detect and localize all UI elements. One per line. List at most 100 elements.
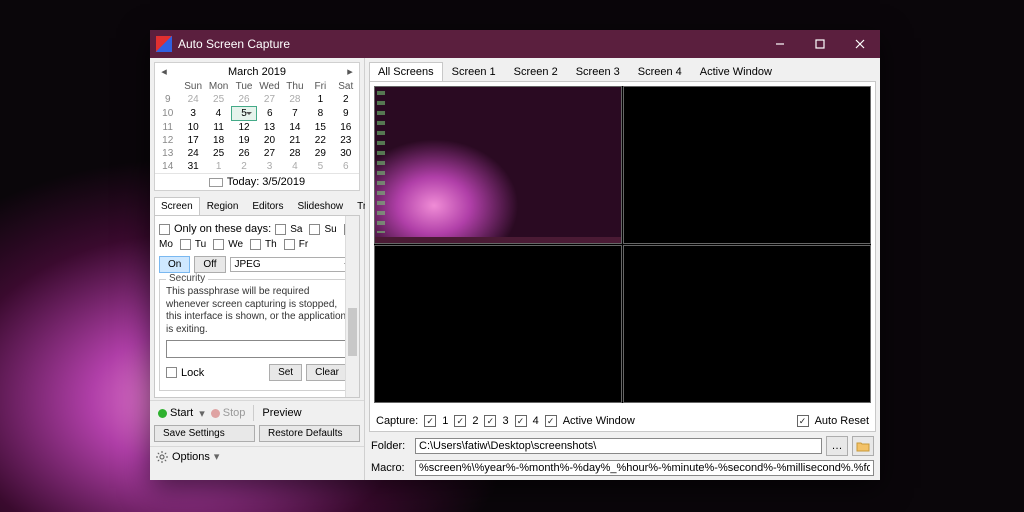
screen-thumbnail-4[interactable]: [623, 245, 871, 403]
screen-thumbnail-1[interactable]: [374, 86, 622, 244]
browse-button[interactable]: …: [826, 436, 848, 456]
capture-checkbox-1[interactable]: ✓: [424, 415, 436, 427]
calendar-day[interactable]: 3: [257, 160, 282, 173]
tab-screen[interactable]: Screen: [154, 197, 200, 215]
calendar-day[interactable]: 3: [180, 107, 205, 121]
calendar-day[interactable]: 25: [206, 147, 231, 160]
start-dropdown-icon[interactable]: ▾: [199, 407, 205, 420]
calendar-day[interactable]: 16: [333, 121, 358, 135]
rtab-screen-2[interactable]: Screen 2: [505, 62, 567, 81]
calendar-day[interactable]: 9: [333, 107, 358, 121]
calendar-day[interactable]: 7: [282, 107, 307, 121]
set-button[interactable]: Set: [269, 364, 302, 381]
off-button[interactable]: Off: [194, 256, 225, 273]
calendar-day[interactable]: 29: [308, 147, 333, 160]
calendar-day[interactable]: 6: [257, 107, 282, 121]
day-checkbox-su[interactable]: [309, 224, 320, 235]
stop-button[interactable]: Stop: [207, 405, 250, 421]
macro-input[interactable]: [415, 460, 874, 476]
preview-button[interactable]: Preview: [258, 405, 305, 421]
calendar-day[interactable]: 31: [180, 160, 205, 173]
calendar-day[interactable]: 2: [231, 160, 256, 173]
save-settings-button[interactable]: Save Settings: [154, 425, 255, 442]
options-menu[interactable]: Options ▾: [150, 446, 364, 466]
calendar-day[interactable]: 5: [231, 107, 256, 121]
calendar-day[interactable]: 19: [231, 134, 256, 147]
passphrase-input[interactable]: [166, 340, 348, 358]
clear-button[interactable]: Clear: [306, 364, 348, 381]
calendar-dow: Sat: [333, 80, 358, 93]
start-button[interactable]: Start: [154, 405, 197, 421]
calendar-day[interactable]: 2: [333, 93, 358, 107]
day-checkbox-fr[interactable]: [284, 239, 295, 250]
rtab-active-window[interactable]: Active Window: [691, 62, 781, 81]
capture-checkbox-2[interactable]: ✓: [454, 415, 466, 427]
calendar-day[interactable]: 13: [257, 121, 282, 135]
rtab-screen-3[interactable]: Screen 3: [567, 62, 629, 81]
folder-input[interactable]: [415, 438, 822, 454]
calendar-day[interactable]: 27: [257, 93, 282, 107]
rtab-screen-1[interactable]: Screen 1: [443, 62, 505, 81]
auto-reset-checkbox[interactable]: ✓: [797, 415, 809, 427]
day-checkbox-tu[interactable]: [180, 239, 191, 250]
left-scrollbar[interactable]: [345, 216, 359, 397]
titlebar[interactable]: Auto Screen Capture: [150, 30, 880, 58]
tab-editors[interactable]: Editors: [245, 197, 290, 215]
calendar-day[interactable]: 12: [231, 121, 256, 135]
day-checkbox-sa[interactable]: [275, 224, 286, 235]
calendar-day[interactable]: 8: [308, 107, 333, 121]
on-button[interactable]: On: [159, 256, 190, 273]
calendar-day[interactable]: 24: [180, 93, 205, 107]
calendar-day[interactable]: 10: [180, 121, 205, 135]
calendar-day[interactable]: 11: [206, 121, 231, 135]
rtab-all-screens[interactable]: All Screens: [369, 62, 443, 81]
screen-thumbnail-3[interactable]: [374, 245, 622, 403]
calendar-day[interactable]: 26: [231, 93, 256, 107]
calendar-week-number: 10: [155, 107, 180, 121]
calendar-day[interactable]: 28: [282, 147, 307, 160]
calendar-day[interactable]: 5: [308, 160, 333, 173]
calendar-day[interactable]: 1: [308, 93, 333, 107]
calendar-day[interactable]: 4: [206, 107, 231, 121]
calendar-day[interactable]: 20: [257, 134, 282, 147]
calendar-day[interactable]: 27: [257, 147, 282, 160]
calendar-day[interactable]: 22: [308, 134, 333, 147]
calendar-week-number: 9: [155, 93, 180, 107]
open-folder-button[interactable]: [852, 436, 874, 456]
capture-active-window-checkbox[interactable]: ✓: [545, 415, 557, 427]
calendar-day[interactable]: 4: [282, 160, 307, 173]
calendar-day[interactable]: 23: [333, 134, 358, 147]
calendar-day[interactable]: 24: [180, 147, 205, 160]
calendar-day[interactable]: 26: [231, 147, 256, 160]
calendar-today-link[interactable]: Today: 3/5/2019: [155, 173, 359, 190]
calendar-day[interactable]: 25: [206, 93, 231, 107]
calendar-day[interactable]: 17: [180, 134, 205, 147]
calendar-day[interactable]: 21: [282, 134, 307, 147]
day-checkbox-th[interactable]: [250, 239, 261, 250]
day-label: Tu: [195, 239, 206, 250]
format-select[interactable]: JPEG: [230, 257, 356, 272]
only-days-checkbox[interactable]: [159, 224, 170, 235]
screen-thumbnail-2[interactable]: [623, 86, 871, 244]
calendar-day[interactable]: 28: [282, 93, 307, 107]
minimize-button[interactable]: [760, 30, 800, 58]
calendar-day[interactable]: 14: [282, 121, 307, 135]
calendar-day[interactable]: 6: [333, 160, 358, 173]
lock-checkbox[interactable]: [166, 367, 177, 378]
calendar-day[interactable]: 18: [206, 134, 231, 147]
rtab-screen-4[interactable]: Screen 4: [629, 62, 691, 81]
day-label: Sa: [290, 224, 302, 235]
calendar-day[interactable]: 1: [206, 160, 231, 173]
capture-checkbox-4[interactable]: ✓: [515, 415, 527, 427]
tab-slideshow[interactable]: Slideshow: [291, 197, 351, 215]
calendar-day[interactable]: 15: [308, 121, 333, 135]
calendar-prev-button[interactable]: ◂: [157, 65, 171, 78]
capture-checkbox-3[interactable]: ✓: [484, 415, 496, 427]
tab-region[interactable]: Region: [200, 197, 246, 215]
calendar-next-button[interactable]: ▸: [343, 65, 357, 78]
close-button[interactable]: [840, 30, 880, 58]
maximize-button[interactable]: [800, 30, 840, 58]
restore-defaults-button[interactable]: Restore Defaults: [259, 425, 360, 442]
calendar-day[interactable]: 30: [333, 147, 358, 160]
day-checkbox-we[interactable]: [213, 239, 224, 250]
